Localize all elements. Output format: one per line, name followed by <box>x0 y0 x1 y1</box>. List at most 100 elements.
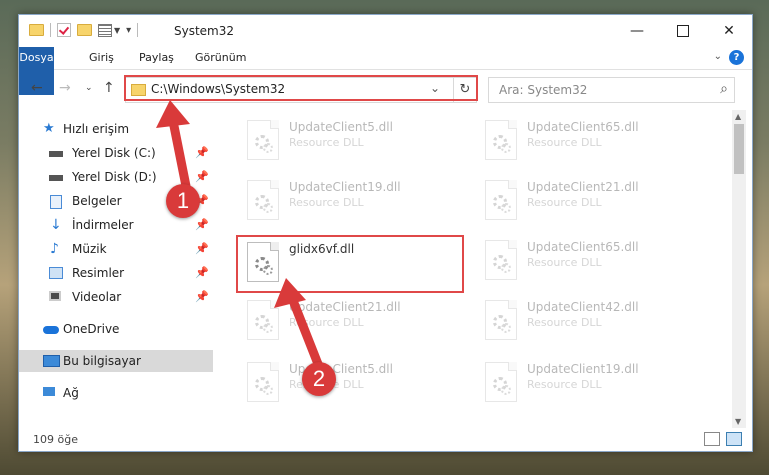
sidebar-item-label: Ağ <box>63 386 79 400</box>
back-arrow-icon: ← <box>31 80 43 96</box>
file-description: Resource DLL <box>527 256 602 269</box>
sidebar-item-label: Videolar <box>72 290 122 304</box>
item-count: 109 öğe <box>33 433 78 446</box>
customize-toolbar-icon[interactable]: ▾ <box>126 25 131 36</box>
drive-icon <box>49 175 63 181</box>
address-highlight-box <box>124 75 478 101</box>
up-button[interactable]: ↑ <box>103 80 115 96</box>
dll-file-icon <box>485 240 517 280</box>
callout-1-badge: 1 <box>166 184 200 218</box>
file-name: UpdateClient65.dll <box>527 120 639 134</box>
file-description: Resource DLL <box>289 316 364 329</box>
music-icon: ♪ <box>50 241 59 257</box>
file-item[interactable]: UpdateClient19.dll Resource DLL <box>479 360 704 408</box>
close-button[interactable]: ✕ <box>706 15 752 47</box>
tab-home[interactable]: Giriş <box>79 47 124 69</box>
chevron-down-icon[interactable]: ▼ <box>114 26 120 35</box>
file-name: UpdateClient65.dll <box>527 240 639 254</box>
file-item[interactable]: UpdateClient65.dll Resource DLL <box>479 118 704 166</box>
file-name: UpdateClient5.dll <box>289 120 393 134</box>
tab-share[interactable]: Paylaş <box>129 47 184 69</box>
up-arrow-icon: ↑ <box>103 80 115 96</box>
explorer-window: ▼ ▾ System32 — ✕ Dosya Giriş Paylaş Görü… <box>18 14 753 452</box>
pictures-icon <box>49 267 63 279</box>
ribbon: Dosya Giriş Paylaş Görünüm ⌄ ? <box>19 47 752 95</box>
file-item[interactable]: UpdateClient65.dll Resource DLL <box>479 238 704 286</box>
sidebar-item-music[interactable]: ♪ Müzik 📌 <box>19 238 213 260</box>
pin-icon[interactable]: 📌 <box>195 262 209 284</box>
file-name: UpdateClient19.dll <box>527 362 639 376</box>
separator <box>137 23 139 37</box>
file-description: Resource DLL <box>527 136 602 149</box>
dll-file-icon <box>485 300 517 340</box>
file-name: UpdateClient42.dll <box>527 300 639 314</box>
sidebar-item-label: Yerel Disk (D:) <box>72 170 157 184</box>
file-item[interactable]: UpdateClient5.dll Resource DLL <box>241 360 466 408</box>
sidebar-item-label: İndirmeler <box>72 218 134 232</box>
scroll-thumb[interactable] <box>734 124 744 174</box>
dll-file-icon <box>247 180 279 220</box>
pin-icon[interactable]: 📌 <box>195 238 209 260</box>
pin-icon[interactable]: 📌 <box>195 142 209 164</box>
file-description: Resource DLL <box>289 136 364 149</box>
help-icon[interactable]: ? <box>729 50 744 65</box>
sidebar-item-disk-c[interactable]: Yerel Disk (C:) 📌 <box>19 142 213 164</box>
file-description: Resource DLL <box>527 316 602 329</box>
new-folder-icon[interactable] <box>77 24 92 36</box>
file-highlight-box <box>236 235 464 293</box>
search-icon[interactable]: ⌕ <box>720 81 728 97</box>
sidebar-item-this-pc[interactable]: Bu bilgisayar <box>19 350 213 372</box>
file-name: UpdateClient21.dll <box>289 300 401 314</box>
download-icon: ↓ <box>50 217 62 233</box>
forward-button[interactable]: → <box>59 80 71 96</box>
file-item[interactable]: UpdateClient21.dll Resource DLL <box>241 298 466 346</box>
sidebar-item-label: Belgeler <box>72 194 122 208</box>
pin-icon[interactable]: 📌 <box>195 286 209 308</box>
folder-icon <box>29 24 44 36</box>
file-item[interactable]: UpdateClient19.dll Resource DLL <box>241 178 466 226</box>
large-icons-view-icon[interactable] <box>726 432 742 446</box>
chevron-down-icon: ⌄ <box>85 83 93 93</box>
navigation-pane: ★ Hızlı erişim Yerel Disk (C:) 📌 Yerel D… <box>19 110 213 428</box>
scroll-down-icon[interactable]: ▼ <box>735 417 741 426</box>
tab-view[interactable]: Görünüm <box>185 47 256 69</box>
maximize-button[interactable] <box>660 15 706 47</box>
sidebar-item-pictures[interactable]: Resimler 📌 <box>19 262 213 284</box>
pin-icon[interactable]: 📌 <box>195 166 209 188</box>
properties-icon[interactable] <box>98 23 112 37</box>
file-name: UpdateClient19.dll <box>289 180 401 194</box>
dll-file-icon <box>485 120 517 160</box>
details-view-icon[interactable] <box>704 432 720 446</box>
recent-locations-button[interactable]: ⌄ <box>85 83 93 93</box>
file-description: Resource DLL <box>527 378 602 391</box>
file-item[interactable]: UpdateClient21.dll Resource DLL <box>479 178 704 226</box>
search-input[interactable]: Ara: System32 <box>499 83 587 97</box>
file-description: Resource DLL <box>527 196 602 209</box>
sidebar-item-quick-access[interactable]: ★ Hızlı erişim <box>19 118 213 140</box>
documents-icon <box>50 195 62 209</box>
minimize-button[interactable]: — <box>614 15 660 47</box>
sidebar-item-label: OneDrive <box>63 322 120 336</box>
minimize-icon: — <box>630 23 644 39</box>
window-title: System32 <box>174 24 235 38</box>
back-button[interactable]: ← <box>31 80 43 96</box>
network-icon <box>43 387 55 396</box>
sidebar-item-label: Hızlı erişim <box>63 122 130 136</box>
sidebar-item-onedrive[interactable]: OneDrive <box>19 318 213 340</box>
file-item[interactable]: UpdateClient42.dll Resource DLL <box>479 298 704 346</box>
file-item[interactable]: UpdateClient5.dll Resource DLL <box>241 118 466 166</box>
quick-access-toolbar: ▼ ▾ <box>29 22 144 38</box>
title-bar: ▼ ▾ System32 — ✕ <box>19 15 752 47</box>
dll-file-icon <box>485 180 517 220</box>
search-box[interactable]: Ara: System32 ⌕ <box>488 77 735 103</box>
scroll-up-icon[interactable]: ▲ <box>735 112 741 121</box>
sidebar-item-label: Yerel Disk (C:) <box>72 146 156 160</box>
properties-check-icon[interactable] <box>57 23 71 37</box>
ribbon-expand-icon[interactable]: ⌄ <box>714 51 722 62</box>
sidebar-item-network[interactable]: Ağ <box>19 382 213 404</box>
sidebar-item-videos[interactable]: Videolar 📌 <box>19 286 213 308</box>
vertical-scrollbar[interactable]: ▲ ▼ <box>732 110 746 428</box>
dll-file-icon <box>485 362 517 402</box>
pin-icon[interactable]: 📌 <box>195 214 209 236</box>
navigation-bar: ← → ⌄ ↑ C:\Windows\System32 ⌄ ↻ Ara: Sys… <box>19 70 752 108</box>
